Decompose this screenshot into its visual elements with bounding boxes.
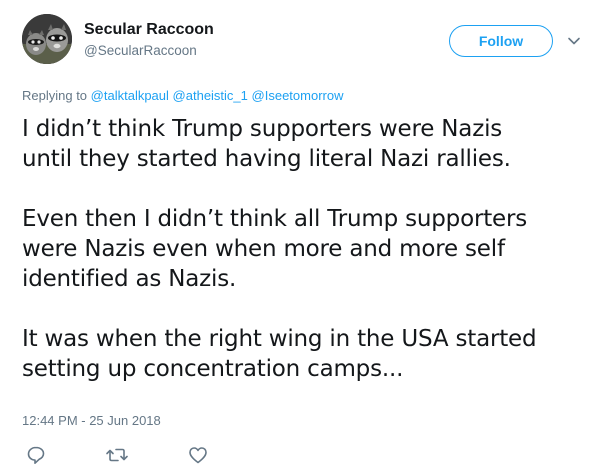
tweet-line: It was when the right wing in the USA st… <box>22 326 537 352</box>
tweet-paragraph: I didn’t think Trump supporters were Naz… <box>22 114 597 174</box>
display-name[interactable]: Secular Raccoon <box>84 21 214 39</box>
mention-link[interactable]: @talktalkpaul <box>91 88 169 103</box>
tweet-card: Secular Raccoon @SecularRaccoon Follow R… <box>0 0 608 476</box>
retweet-icon <box>106 448 128 462</box>
screen-name[interactable]: @SecularRaccoon <box>84 43 197 58</box>
like-icon <box>189 447 207 464</box>
tweet-line: identified as Nazis. <box>22 266 237 292</box>
replying-to-label: Replying to <box>22 88 88 103</box>
reply-button[interactable] <box>25 444 47 466</box>
tweet-actions <box>22 444 322 468</box>
follow-button[interactable]: Follow <box>449 25 553 57</box>
tweet-line: I didn’t think Trump supporters were Naz… <box>22 116 503 142</box>
tweet-line: were Nazis even when more and more self <box>22 236 505 262</box>
tweet-text: I didn’t think Trump supporters were Naz… <box>22 114 597 384</box>
mention-link[interactable]: @atheistic_1 <box>173 88 248 103</box>
replying-to: Replying to @talktalkpaul @atheistic_1 @… <box>22 88 343 103</box>
tweet-line: Even then I didn’t think all Trump suppo… <box>22 206 528 232</box>
tweet-line: setting up concentration camps... <box>22 356 404 382</box>
tweet-line: until they started having literal Nazi r… <box>22 146 511 172</box>
retweet-button[interactable] <box>105 444 128 466</box>
more-options-button[interactable] <box>566 33 582 49</box>
like-button[interactable] <box>187 444 209 466</box>
tweet-paragraph: It was when the right wing in the USA st… <box>22 324 597 384</box>
timestamp[interactable]: 12:44 PM - 25 Jun 2018 <box>22 413 161 428</box>
avatar[interactable] <box>22 14 72 64</box>
reply-icon <box>27 446 45 464</box>
raccoon-avatar-image <box>22 14 72 64</box>
chevron-down-icon <box>568 37 580 45</box>
tweet-paragraph: Even then I didn’t think all Trump suppo… <box>22 204 597 294</box>
mention-link[interactable]: @Iseetomorrow <box>252 88 344 103</box>
